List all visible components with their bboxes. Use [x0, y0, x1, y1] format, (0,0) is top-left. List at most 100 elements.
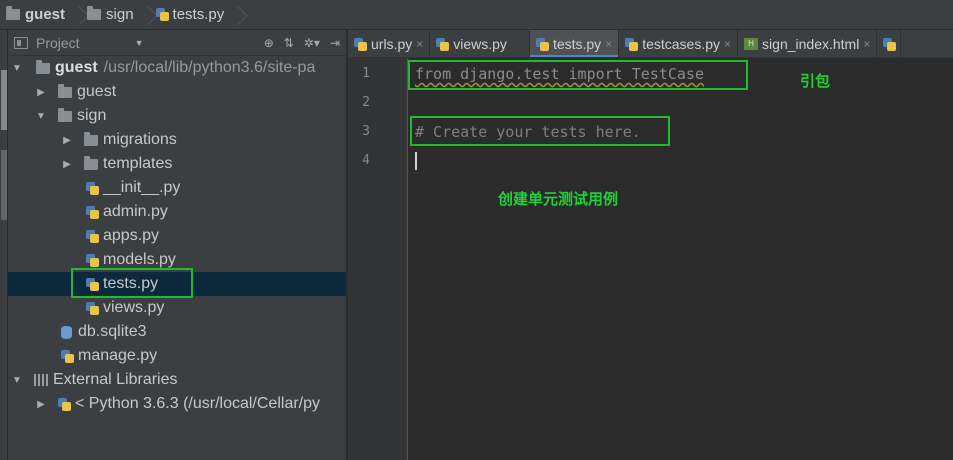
line-number: 2: [362, 95, 370, 110]
tab-tests[interactable]: tests.py ×: [529, 30, 620, 57]
folder-icon: [87, 6, 102, 20]
tree-item-db[interactable]: db.sqlite3: [8, 320, 346, 344]
tree-item-migrations[interactable]: ▶ migrations: [8, 128, 346, 152]
python-file-icon: [86, 205, 99, 219]
tree-item-label: guest: [55, 59, 98, 76]
project-icon: [14, 36, 28, 49]
tree-item-sign[interactable]: ▼ sign: [8, 104, 346, 128]
close-icon[interactable]: ×: [605, 37, 612, 51]
python-file-icon: [86, 301, 99, 315]
expanded-arrow-icon[interactable]: ▼: [12, 375, 22, 386]
editor-tab-bar: urls.py × views.py tests.py × testcases.…: [348, 30, 953, 58]
tree-item-label: db.sqlite3: [78, 323, 147, 340]
python-file-icon: [535, 37, 549, 51]
tree-item-label: models.py: [103, 251, 176, 268]
python-file-icon: [625, 37, 639, 51]
python-file-icon: [155, 8, 169, 21]
project-tree: ▼ guest /usr/local/lib/python3.6/site-pa…: [8, 56, 346, 416]
breadcrumb-label: guest: [25, 6, 66, 23]
python-file-icon: [86, 253, 99, 267]
hide-icon[interactable]: ⇥: [330, 36, 340, 50]
breadcrumb-item-sign[interactable]: sign: [83, 0, 142, 30]
python-file-icon: [354, 37, 367, 51]
left-tool-strip: [0, 30, 8, 460]
tree-item-label: __init__.py: [103, 179, 181, 196]
folder-icon: [58, 107, 72, 122]
tab-testcases[interactable]: testcases.py ×: [619, 30, 739, 57]
project-tool-tab[interactable]: [1, 70, 7, 130]
tree-item-guest[interactable]: ▶ guest: [8, 80, 346, 104]
folder-icon: [84, 131, 98, 146]
close-icon[interactable]: ×: [724, 37, 731, 51]
tab-label: views.py: [453, 36, 507, 52]
tree-item-templates[interactable]: ▶ templates: [8, 152, 346, 176]
collapsed-arrow-icon[interactable]: ▶: [62, 159, 72, 170]
gear-icon[interactable]: ✲▾: [304, 36, 320, 50]
tree-item-label: External Libraries: [53, 371, 178, 388]
tab-urls[interactable]: urls.py ×: [348, 30, 431, 57]
tree-item-label: sign: [77, 107, 107, 124]
breadcrumb: guest sign tests.py: [0, 0, 953, 30]
collapse-icon[interactable]: ⇅: [284, 36, 294, 50]
tab-label: sign_index.html: [762, 36, 860, 52]
tree-item-label: manage.py: [78, 347, 158, 364]
collapsed-arrow-icon[interactable]: ▶: [36, 87, 46, 98]
tree-item-python-sdk[interactable]: ▶ < Python 3.6.3 (/usr/local/Cellar/py: [8, 392, 346, 416]
expanded-arrow-icon[interactable]: ▼: [36, 111, 46, 122]
expanded-arrow-icon[interactable]: ▼: [12, 63, 22, 74]
test-case-note: 创建单元测试用例: [498, 191, 619, 208]
breadcrumb-separator: [73, 0, 83, 30]
close-icon[interactable]: ×: [416, 37, 423, 51]
tree-item-guest-root[interactable]: ▼ guest /usr/local/lib/python3.6/site-pa: [8, 56, 346, 80]
line-number: 1: [362, 66, 370, 81]
tab-sign-index[interactable]: H sign_index.html ×: [738, 30, 878, 57]
tab-views[interactable]: views.py: [430, 30, 530, 57]
project-panel-header: Project ▼ ⊕ ⇅ ✲▾ ⇥: [8, 30, 346, 56]
tree-item-external-libraries[interactable]: ▼ External Libraries: [8, 368, 346, 392]
python-file-icon: [436, 37, 450, 51]
import-highlight-box: [408, 60, 748, 90]
tree-item-apps[interactable]: apps.py: [8, 224, 346, 248]
tree-item-label: migrations: [103, 131, 177, 148]
python-file-icon: [86, 229, 99, 243]
chevron-down-icon[interactable]: ▼: [135, 38, 144, 48]
html-file-icon: H: [744, 38, 759, 50]
structure-tool-tab[interactable]: [1, 150, 7, 220]
breadcrumb-item-tests[interactable]: tests.py: [152, 0, 233, 30]
collapsed-arrow-icon[interactable]: ▶: [62, 135, 72, 146]
tree-item-path: /usr/local/lib/python3.6/site-pa: [103, 59, 316, 76]
folder-icon: [36, 59, 50, 74]
line-number: 3: [362, 124, 370, 139]
tree-item-label: guest: [77, 83, 117, 100]
tree-item-init[interactable]: __init__.py: [8, 176, 346, 200]
breadcrumb-item-guest[interactable]: guest: [2, 0, 73, 30]
tests-file-highlight-box: [71, 268, 193, 298]
tree-item-label: views.py: [103, 299, 165, 316]
database-icon: [61, 325, 72, 339]
tree-item-admin[interactable]: admin.py: [8, 200, 346, 224]
target-icon[interactable]: ⊕: [264, 36, 274, 50]
comment-highlight-box: [410, 116, 670, 146]
python-file-icon: [61, 349, 74, 363]
breadcrumb-separator: [142, 0, 152, 30]
folder-icon: [84, 155, 98, 170]
breadcrumb-separator: [232, 0, 242, 30]
library-icon: [34, 374, 48, 386]
python-file-icon: [883, 37, 897, 51]
tab-overflow[interactable]: [877, 30, 902, 57]
line-number: 4: [362, 153, 370, 168]
collapsed-arrow-icon[interactable]: ▶: [36, 399, 46, 410]
breadcrumb-label: sign: [106, 6, 134, 23]
text-cursor: [415, 152, 417, 170]
tree-item-label: apps.py: [103, 227, 160, 244]
project-panel: Project ▼ ⊕ ⇅ ✲▾ ⇥ ▼ guest /usr/local/li…: [8, 30, 347, 460]
line-number-gutter: 1 2 3 4: [348, 58, 408, 460]
folder-icon: [58, 83, 72, 98]
tree-item-views[interactable]: views.py: [8, 296, 346, 320]
close-icon[interactable]: ×: [863, 37, 870, 51]
tree-item-manage[interactable]: manage.py: [8, 344, 346, 368]
tab-label: testcases.py: [642, 36, 721, 52]
tree-item-label: < Python 3.6.3 (/usr/local/Cellar/py: [75, 395, 321, 412]
import-note: 引包: [800, 73, 831, 90]
project-view-selector[interactable]: Project: [36, 35, 80, 51]
